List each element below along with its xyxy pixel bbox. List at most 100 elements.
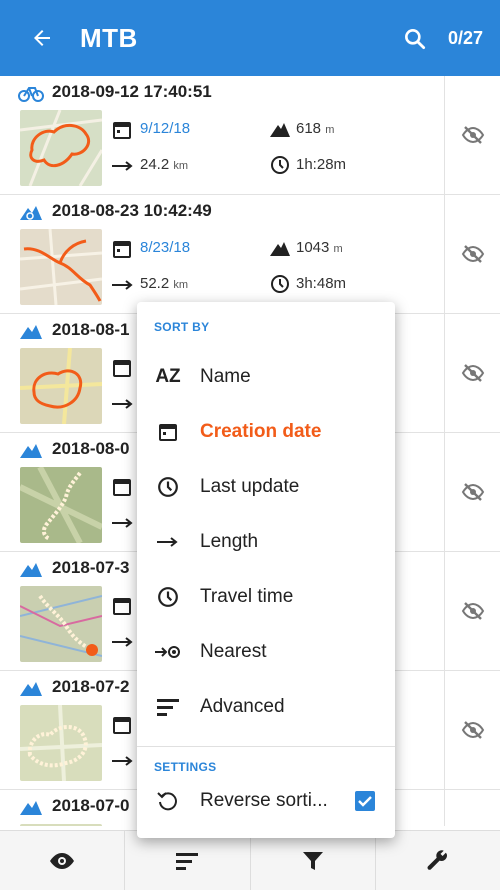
sort-option-travel-time[interactable]: Travel time [137, 570, 395, 624]
arrow-right-icon [112, 518, 133, 528]
calendar-icon [113, 598, 131, 615]
list-item[interactable]: 2018-08-23 10:42:49 8/23/18 1043 m 52.2 … [0, 195, 500, 314]
arrow-right-icon [112, 161, 133, 171]
sort-menu: SORT BY AZ Name Creation date Last updat… [137, 302, 395, 838]
sort-by-header: SORT BY [154, 320, 210, 334]
track-date: 8/23/18 [140, 239, 191, 256]
page-title: MTB [80, 22, 138, 53]
arrow-right-icon [112, 756, 133, 766]
map-thumbnail [20, 824, 102, 826]
bottom-toolbar [0, 830, 500, 890]
arrow-right-icon [112, 637, 133, 647]
mountain-bike-icon [20, 444, 42, 458]
mountain-bike-icon [20, 325, 42, 339]
app-bar: MTB 0/27 [0, 0, 500, 76]
map-thumbnail [20, 705, 102, 781]
track-title: 2018-07-2 [52, 677, 130, 696]
track-length: 24.2 km [140, 156, 189, 173]
elevation-icon [270, 123, 290, 137]
selection-counter: 0/27 [448, 28, 484, 48]
menu-divider [137, 746, 395, 747]
sort-option-label: Length [200, 531, 259, 552]
elevation-icon [270, 242, 290, 256]
track-title: 2018-08-1 [52, 320, 130, 339]
wrench-icon [427, 849, 447, 870]
eye-icon [50, 852, 75, 869]
arrow-right-icon [112, 280, 133, 290]
mountain-bike-icon [20, 206, 42, 220]
visibility-toggle[interactable] [444, 552, 500, 670]
track-title: 2018-08-23 10:42:49 [52, 201, 212, 220]
check-icon [358, 796, 372, 807]
map-thumbnail [20, 586, 102, 662]
sort-option-advanced[interactable]: Advanced [137, 680, 395, 734]
az-icon: AZ [155, 366, 181, 387]
sort-option-label: Nearest [200, 641, 267, 662]
list-item[interactable]: 2018-09-12 17:40:51 9/12/18 618 m 24.2 k… [0, 76, 500, 195]
clock-icon [271, 275, 289, 293]
calendar-icon [154, 420, 182, 444]
track-title: 2018-09-12 17:40:51 [52, 82, 212, 101]
mountain-bike-icon [20, 801, 42, 815]
back-button[interactable] [16, 0, 68, 76]
sort-option-label: Last update [200, 476, 300, 497]
search-icon [405, 29, 426, 50]
eye-off-icon [461, 721, 484, 739]
sort-option-label: Travel time [200, 586, 294, 607]
eye-off-icon [461, 245, 484, 263]
eye-off-icon [461, 126, 484, 144]
mountain-bike-icon [20, 682, 42, 696]
track-date: 9/12/18 [140, 120, 191, 137]
track-elevation: 618 m [296, 120, 335, 137]
sort-option-name[interactable]: AZ Name [137, 350, 395, 404]
filter-icon [302, 851, 323, 870]
track-title: 2018-08-0 [52, 439, 130, 458]
track-title: 2018-07-0 [52, 796, 130, 815]
clock-icon [271, 156, 289, 174]
visibility-toggle[interactable] [444, 433, 500, 551]
map-thumbnail [20, 467, 102, 543]
calendar-icon [113, 241, 131, 258]
map-thumbnail [20, 348, 102, 424]
track-duration: 1h:28m [296, 156, 347, 173]
undo-icon [154, 789, 182, 813]
sort-option-last-update[interactable]: Last update [137, 460, 395, 514]
arrow-right-icon [112, 399, 133, 409]
sort-option-label: Name [200, 366, 251, 387]
clock-icon [154, 585, 182, 609]
sort-option-length[interactable]: Length [137, 515, 395, 569]
tools-button[interactable] [376, 831, 500, 890]
calendar-icon [113, 717, 131, 734]
visibility-toggle[interactable] [444, 314, 500, 432]
filter-button[interactable] [251, 831, 376, 890]
reverse-sorting-label: Reverse sorti... [200, 790, 328, 811]
sort-option-label: Advanced [200, 696, 285, 717]
map-thumbnail [20, 110, 102, 186]
clock-icon [154, 475, 182, 499]
search-button[interactable] [398, 22, 432, 56]
sort-option-label: Creation date [200, 421, 322, 442]
sort-button[interactable] [125, 831, 251, 890]
eye-off-icon [461, 483, 484, 501]
sort-icon [176, 852, 199, 870]
visibility-toggle[interactable] [444, 671, 500, 789]
bicycle-icon [18, 87, 44, 102]
track-duration: 3h:48m [296, 275, 347, 292]
sort-lines-icon [154, 695, 182, 719]
nearest-icon [154, 640, 182, 664]
track-elevation: 1043 m [296, 239, 343, 256]
visibility-toggle[interactable] [444, 790, 500, 826]
visibility-button[interactable] [0, 831, 126, 890]
calendar-icon [113, 122, 131, 139]
track-title: 2018-07-3 [52, 558, 130, 577]
track-length: 52.2 km [140, 275, 189, 292]
settings-header: SETTINGS [154, 760, 217, 774]
visibility-toggle[interactable] [444, 76, 500, 194]
visibility-toggle[interactable] [444, 195, 500, 313]
eye-off-icon [461, 602, 484, 620]
reverse-sorting-checkbox[interactable] [355, 791, 375, 811]
mountain-bike-icon [20, 563, 42, 577]
sort-option-creation-date[interactable]: Creation date [137, 405, 395, 459]
sort-option-nearest[interactable]: Nearest [137, 625, 395, 679]
arrow-back-icon [34, 30, 50, 46]
